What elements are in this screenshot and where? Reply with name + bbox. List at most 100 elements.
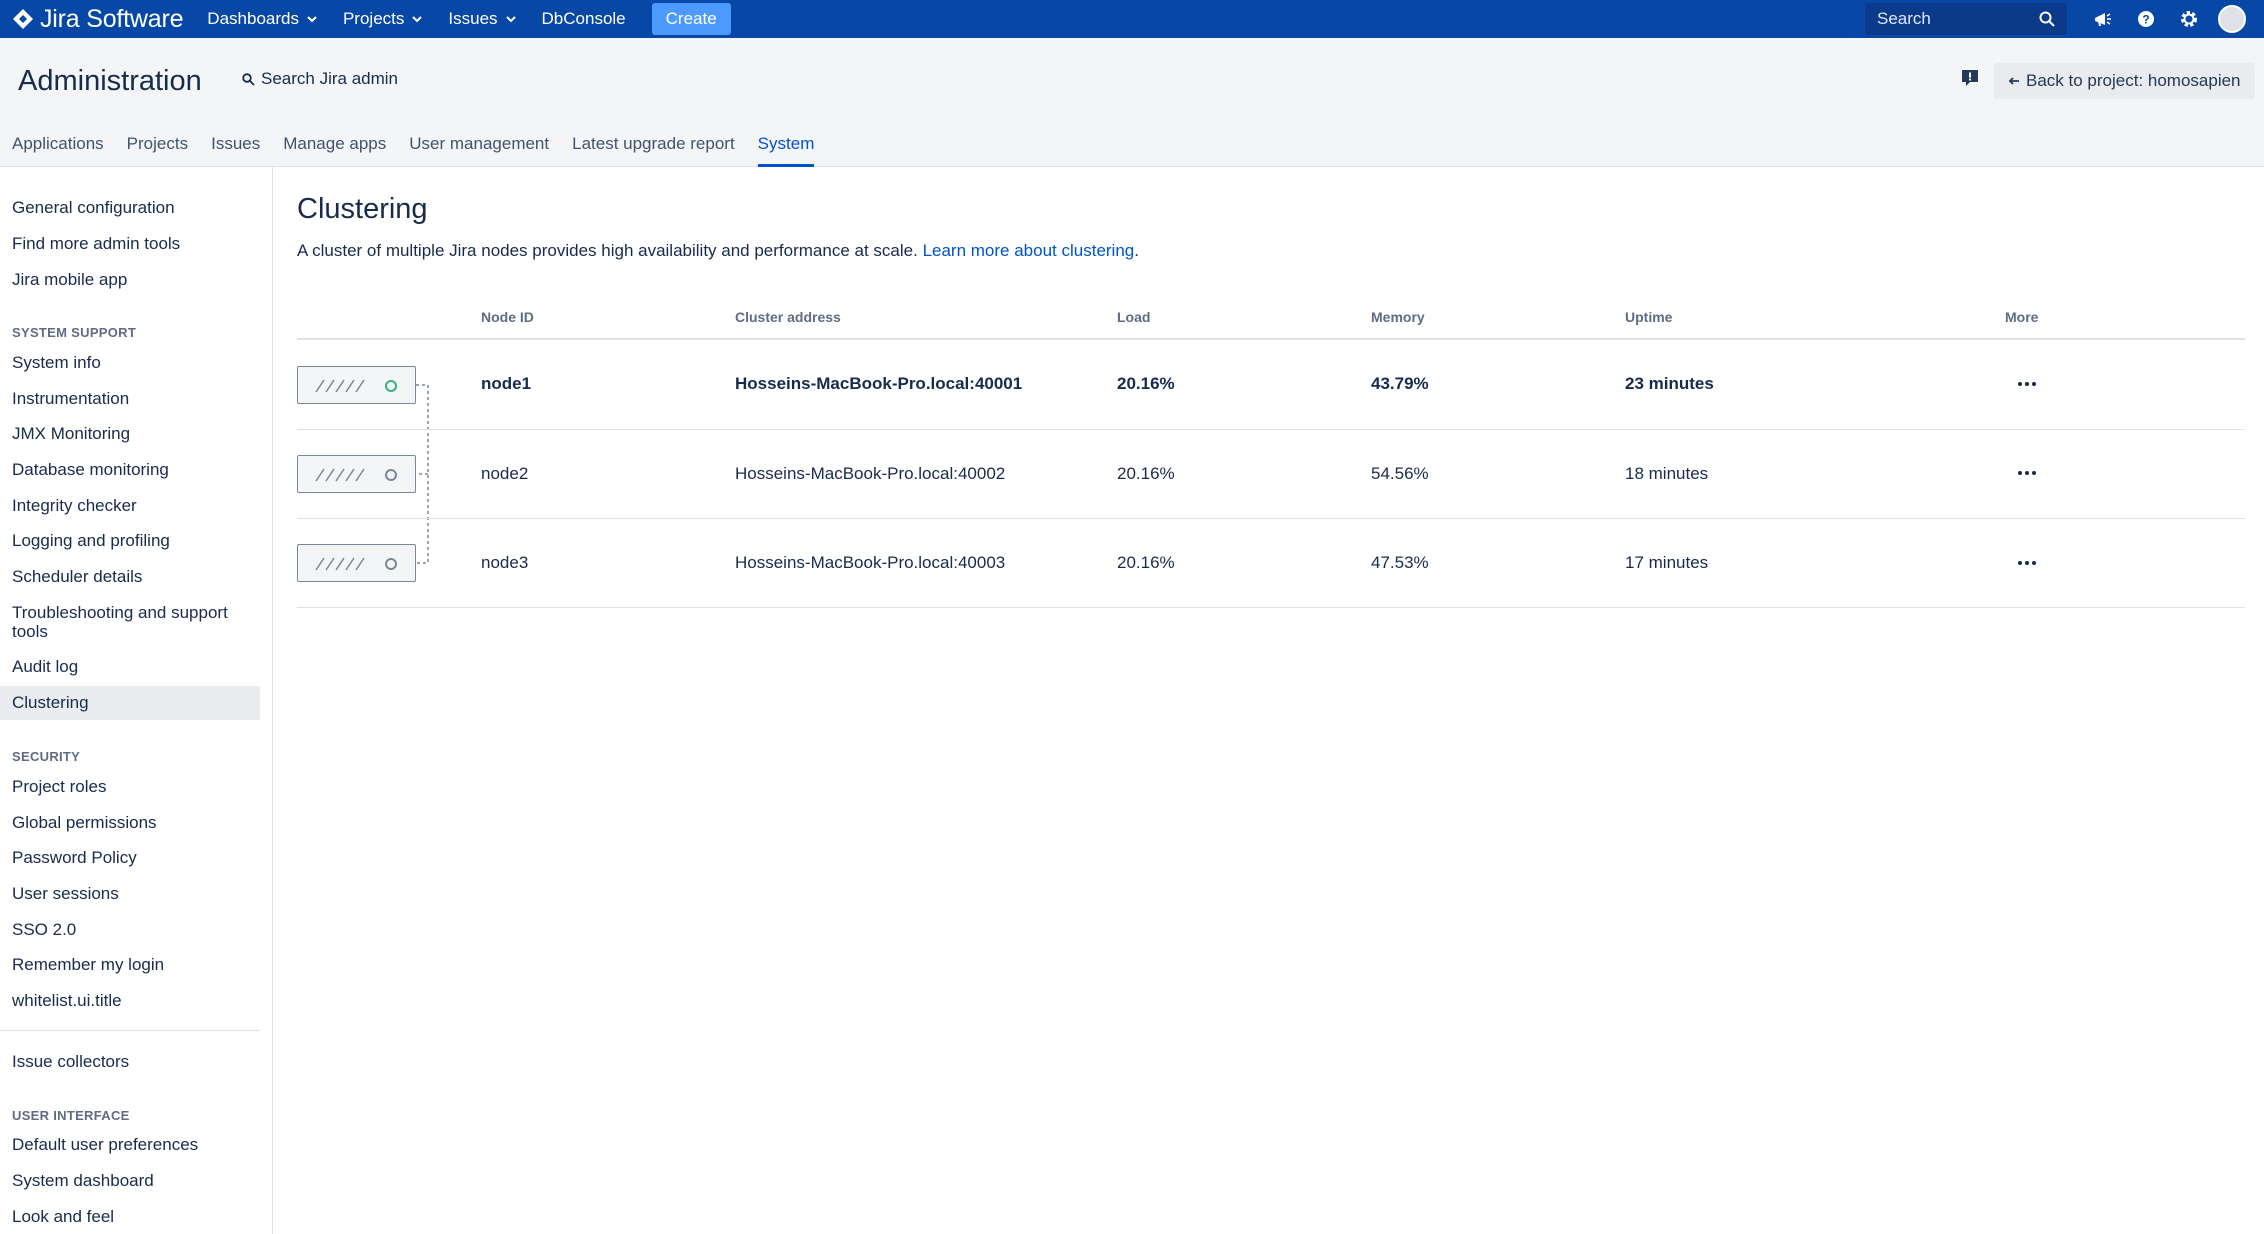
cluster-address-cell: Hosseins-MacBook-Pro.local:40002 <box>735 464 1006 483</box>
nav-projects[interactable]: Projects <box>343 9 423 29</box>
load-cell: 20.16% <box>1117 553 1175 572</box>
tab-manage-apps[interactable]: Manage apps <box>283 134 386 167</box>
more-icon <box>2018 382 2036 386</box>
admin-search-button[interactable]: Search Jira admin <box>242 69 398 89</box>
cluster-address-cell: Hosseins-MacBook-Pro.local:40001 <box>735 374 1023 393</box>
server-hatch-icon <box>315 557 365 571</box>
sidebar-heading-system-support: SYSTEM SUPPORT <box>12 325 137 340</box>
sidebar-heading-user-interface: USER INTERFACE <box>12 1108 130 1123</box>
memory-cell: 47.53% <box>1371 553 1429 572</box>
nav-dashboards-label: Dashboards <box>207 9 299 28</box>
page-title: Administration <box>18 65 202 97</box>
nav-dbconsole[interactable]: DbConsole <box>542 9 626 29</box>
load-cell: 20.16% <box>1117 464 1175 483</box>
sidebar-item-logging-and-profiling[interactable]: Logging and profiling <box>12 531 170 551</box>
app-name: Jira Software <box>40 4 184 33</box>
sidebar-item-jmx-monitoring[interactable]: JMX Monitoring <box>12 424 130 444</box>
sidebar-item-user-sessions[interactable]: User sessions <box>12 884 119 904</box>
nav-dbconsole-label: DbConsole <box>541 9 626 28</box>
load-cell: 20.16% <box>1117 374 1175 393</box>
sidebar-item-system-dashboard[interactable]: System dashboard <box>12 1171 154 1191</box>
tab-system[interactable]: System <box>757 134 814 167</box>
nav-issues-label: Issues <box>448 9 498 28</box>
sidebar-item-database-monitoring[interactable]: Database monitoring <box>12 460 169 480</box>
chevron-down-icon <box>307 15 317 23</box>
node-id-cell: node1 <box>481 374 532 393</box>
column-header-more: More <box>2005 309 2039 325</box>
feedback-icon[interactable] <box>1960 68 1980 93</box>
row-divider <box>297 607 2245 608</box>
sidebar-item-password-policy[interactable]: Password Policy <box>12 848 137 868</box>
more-icon <box>2018 471 2036 475</box>
sidebar-item-jira-mobile-app[interactable]: Jira mobile app <box>12 270 127 290</box>
global-search-input[interactable]: Search <box>1865 3 2067 35</box>
settings-icon[interactable] <box>2175 5 2203 33</box>
sidebar-item-instrumentation[interactable]: Instrumentation <box>12 389 129 409</box>
search-icon <box>242 72 255 86</box>
back-to-project-button[interactable]: Back to project: homosapien <box>1994 63 2255 99</box>
sidebar-item-issue-collectors[interactable]: Issue collectors <box>12 1052 129 1072</box>
node-status-icon <box>385 558 397 570</box>
nav-dashboards[interactable]: Dashboards <box>207 9 317 29</box>
column-header-load: Load <box>1117 309 1151 325</box>
cluster-address-cell: Hosseins-MacBook-Pro.local:40003 <box>735 553 1006 572</box>
node-status-online-icon <box>385 380 397 392</box>
sidebar-item-scheduler-details[interactable]: Scheduler details <box>12 567 142 587</box>
intro-end: . <box>1134 241 1139 260</box>
server-hatch-icon <box>315 468 365 482</box>
sidebar-item-audit-log[interactable]: Audit log <box>12 657 78 677</box>
more-actions-button[interactable] <box>2012 551 2042 575</box>
node-server-graphic <box>297 455 416 493</box>
jira-logo[interactable]: Jira Software <box>12 5 183 34</box>
node-id-cell: node3 <box>481 553 529 572</box>
node-id-cell: node2 <box>481 464 529 483</box>
memory-cell: 54.56% <box>1371 464 1429 483</box>
search-icon <box>2039 11 2055 27</box>
back-to-project-label: Back to project: homosapien <box>2026 71 2241 90</box>
column-header-cluster-address: Cluster address <box>735 309 841 325</box>
top-navigation-bar: Jira Software Dashboards Projects Issues… <box>0 0 2264 38</box>
avatar[interactable] <box>2218 5 2246 33</box>
more-actions-button[interactable] <box>2012 461 2042 485</box>
sidebar-item-project-roles[interactable]: Project roles <box>12 777 106 797</box>
intro-text: A cluster of multiple Jira nodes provide… <box>297 241 918 260</box>
sidebar-divider <box>0 1030 260 1031</box>
notifications-icon[interactable] <box>2089 5 2117 33</box>
nav-issues[interactable]: Issues <box>448 9 516 29</box>
sidebar-item-remember-my-login[interactable]: Remember my login <box>12 955 164 975</box>
tab-projects[interactable]: Projects <box>127 134 188 167</box>
more-actions-button[interactable] <box>2012 372 2042 396</box>
arrow-left-icon <box>2008 77 2019 85</box>
server-hatch-icon <box>315 379 365 393</box>
clustering-title: Clustering <box>297 193 428 225</box>
sidebar-item-system-info[interactable]: System info <box>12 353 101 373</box>
chevron-down-icon <box>505 15 516 23</box>
sidebar-item-find-more-admin-tools[interactable]: Find more admin tools <box>12 234 180 254</box>
learn-more-link[interactable]: Learn more about clustering <box>923 241 1135 260</box>
uptime-cell: 18 minutes <box>1625 464 1709 483</box>
sidebar-item-global-permissions[interactable]: Global permissions <box>12 813 157 833</box>
help-icon[interactable]: ? <box>2132 5 2160 33</box>
sidebar-item-sso[interactable]: SSO 2.0 <box>12 920 76 940</box>
sidebar-item-general-configuration[interactable]: General configuration <box>12 198 175 218</box>
column-header-node-id: Node ID <box>481 309 534 325</box>
tab-applications[interactable]: Applications <box>12 134 104 167</box>
tab-issues[interactable]: Issues <box>211 134 260 167</box>
create-button[interactable]: Create <box>651 3 731 35</box>
sidebar-item-integrity-checker[interactable]: Integrity checker <box>12 496 137 516</box>
tab-latest-upgrade-report[interactable]: Latest upgrade report <box>572 134 735 167</box>
node-server-graphic <box>297 366 416 404</box>
sidebar-item-look-and-feel[interactable]: Look and feel <box>12 1207 114 1227</box>
clustering-intro: A cluster of multiple Jira nodes provide… <box>297 241 1139 261</box>
column-header-uptime: Uptime <box>1625 309 1673 325</box>
tab-user-management[interactable]: User management <box>409 134 549 167</box>
sidebar-item-clustering[interactable]: Clustering <box>12 693 89 713</box>
sidebar-item-whitelist[interactable]: whitelist.ui.title <box>12 991 122 1011</box>
uptime-cell: 23 minutes <box>1625 374 1714 393</box>
chevron-down-icon <box>412 15 423 23</box>
table-header-divider <box>297 338 2245 340</box>
sidebar-item-troubleshooting-and-support-tools[interactable]: Troubleshooting and support tools <box>12 603 242 641</box>
admin-header: Administration Search Jira admin Back to… <box>0 38 2264 167</box>
sidebar-item-default-user-preferences[interactable]: Default user preferences <box>12 1135 198 1155</box>
node-status-icon <box>385 469 397 481</box>
